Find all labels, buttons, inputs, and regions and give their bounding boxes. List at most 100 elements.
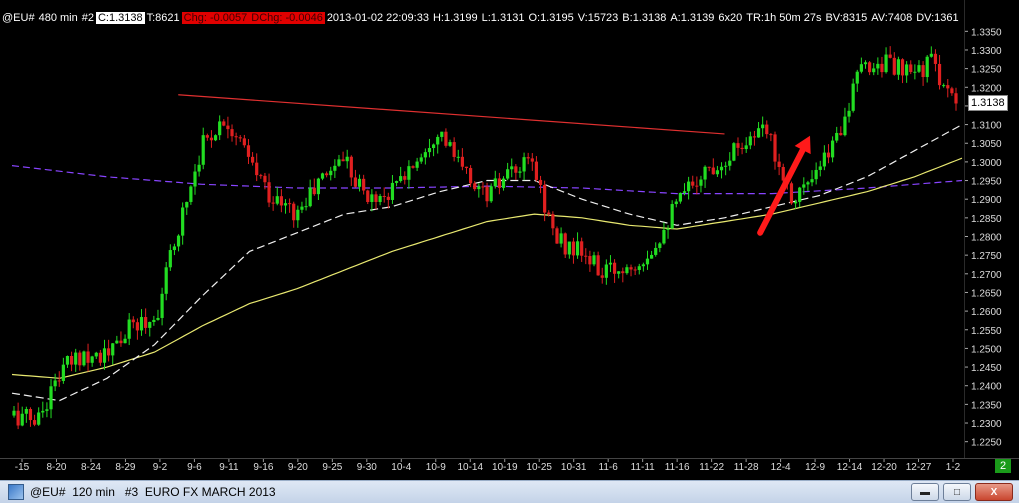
candle-body bbox=[394, 181, 399, 183]
candle-body bbox=[259, 175, 263, 177]
price-tick-label: 1.2450 bbox=[971, 363, 1002, 374]
candle-body bbox=[69, 355, 74, 365]
candle-body bbox=[357, 178, 362, 187]
candle-body bbox=[522, 157, 526, 172]
candle-body bbox=[144, 317, 148, 328]
candle-body bbox=[366, 190, 370, 203]
price-tick-label: 1.3350 bbox=[971, 27, 1002, 38]
candle-body bbox=[769, 134, 773, 136]
candle-body bbox=[234, 136, 238, 138]
candle-body bbox=[238, 137, 242, 139]
candle-body bbox=[818, 166, 822, 170]
candle-body bbox=[135, 322, 140, 331]
minimize-button[interactable]: ▬ bbox=[911, 483, 939, 501]
date-tick-label: 11-6 bbox=[599, 462, 619, 473]
candle-body bbox=[386, 196, 390, 200]
candle-body bbox=[98, 352, 102, 363]
candle-body bbox=[349, 156, 353, 178]
candle-body bbox=[160, 293, 164, 318]
candle-body bbox=[452, 142, 456, 157]
price-tick-label: 1.2700 bbox=[971, 270, 1002, 281]
candle-body bbox=[687, 181, 691, 192]
candle-body bbox=[514, 166, 518, 173]
candle-body bbox=[296, 209, 300, 221]
candle-body bbox=[510, 166, 514, 170]
candle-body bbox=[868, 62, 872, 73]
candle-body bbox=[777, 161, 781, 168]
candle-body bbox=[822, 152, 826, 167]
candle-body bbox=[469, 168, 473, 184]
candle-body bbox=[719, 166, 724, 171]
candle-body bbox=[633, 269, 637, 271]
candle-body bbox=[880, 63, 884, 73]
candle-body bbox=[283, 203, 288, 206]
candle-body bbox=[756, 128, 761, 138]
candle-body bbox=[419, 157, 423, 162]
candle-body bbox=[547, 212, 551, 215]
candle-body bbox=[448, 142, 452, 146]
date-tick-label: 12-20 bbox=[871, 462, 897, 473]
date-tick-label: 9-11 bbox=[219, 462, 239, 473]
price-chart[interactable]: 1.33501.33001.32501.32001.31501.31001.30… bbox=[0, 0, 1019, 480]
candle-body bbox=[925, 56, 929, 78]
candle-body bbox=[485, 186, 489, 202]
candle-body bbox=[892, 57, 896, 75]
candle-body bbox=[835, 132, 839, 141]
price-tick-label: 1.2650 bbox=[971, 288, 1002, 299]
date-tick-label: 10-14 bbox=[457, 462, 483, 473]
candle-body bbox=[28, 409, 33, 421]
price-tick-label: 1.3100 bbox=[971, 121, 1002, 132]
candle-body bbox=[946, 85, 950, 89]
candle-body bbox=[473, 183, 477, 190]
candle-body bbox=[839, 132, 843, 136]
candle-body bbox=[209, 137, 214, 141]
candle-body bbox=[917, 65, 921, 72]
candle-body bbox=[111, 343, 115, 356]
candle-body bbox=[937, 63, 942, 86]
change: Chg: -0.0057 bbox=[181, 11, 250, 24]
candle-body bbox=[884, 54, 888, 73]
candle-body bbox=[250, 156, 255, 163]
chart-window[interactable]: 1.33501.33001.32501.32001.31501.31001.30… bbox=[0, 0, 1019, 480]
candle-body bbox=[49, 386, 53, 410]
window-titlebar[interactable]: @EU# 120 min #3 EURO FX MARCH 2013 ▬ □ X bbox=[0, 480, 1019, 503]
candle-body bbox=[312, 187, 316, 195]
candle-body bbox=[102, 348, 107, 363]
candle-body bbox=[164, 267, 168, 294]
tick-count: T:8621 bbox=[146, 11, 180, 24]
candle-body bbox=[189, 186, 193, 202]
candle-body bbox=[41, 410, 45, 413]
candle-body bbox=[830, 140, 835, 158]
daily-change: DChg: -0.0046 bbox=[249, 11, 325, 24]
candle-body bbox=[20, 413, 24, 426]
candle-body bbox=[843, 116, 847, 136]
candle-body bbox=[859, 64, 863, 72]
candle-body bbox=[390, 182, 395, 200]
date-tick-label: 8-20 bbox=[46, 462, 66, 473]
candle-body bbox=[176, 235, 181, 247]
candle-body bbox=[304, 206, 308, 208]
candle-body bbox=[329, 170, 333, 176]
date-tick-label: 9-6 bbox=[187, 462, 202, 473]
date-tick-label: 1-2 bbox=[946, 462, 961, 473]
candle-body bbox=[851, 83, 855, 111]
candle-body bbox=[612, 262, 617, 274]
candle-body bbox=[246, 145, 251, 157]
price-tick-label: 1.3300 bbox=[971, 46, 1002, 57]
candle-body bbox=[53, 380, 57, 387]
candle-body bbox=[629, 267, 633, 270]
candle-body bbox=[123, 338, 127, 344]
price-tick-label: 1.2800 bbox=[971, 233, 1002, 244]
candle-body bbox=[752, 136, 757, 138]
price-tick-label: 1.3250 bbox=[971, 65, 1002, 76]
date-tick-label: -15 bbox=[15, 462, 30, 473]
close-button[interactable]: X bbox=[975, 483, 1013, 501]
candle-body bbox=[12, 410, 16, 416]
size: 6x20 bbox=[718, 11, 743, 24]
maximize-button[interactable]: □ bbox=[943, 483, 971, 501]
candle-body bbox=[292, 203, 296, 221]
candle-body bbox=[518, 171, 522, 173]
page-badge[interactable]: 2 bbox=[995, 459, 1011, 473]
candle-body bbox=[436, 136, 440, 145]
candle-body bbox=[230, 129, 234, 137]
